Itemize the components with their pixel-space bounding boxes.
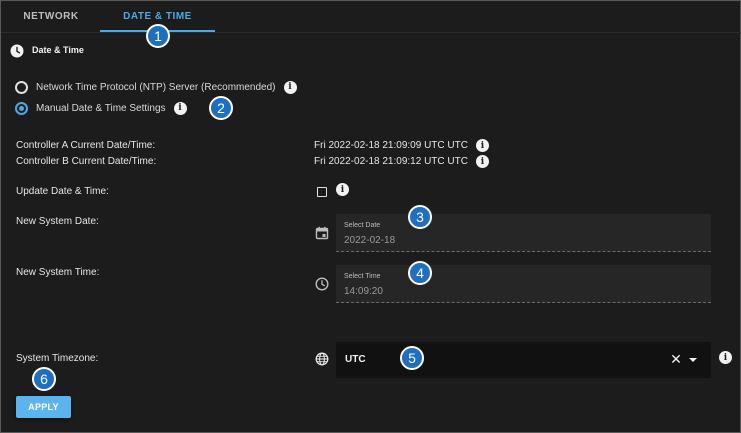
update-info-icon[interactable]: i bbox=[336, 183, 349, 196]
timezone-select[interactable]: UTC ✕ bbox=[336, 342, 711, 378]
timezone-value: UTC bbox=[345, 354, 366, 365]
time-clock-icon bbox=[315, 277, 329, 291]
clock-icon bbox=[10, 44, 24, 58]
new-system-time-label: New System Time: bbox=[16, 267, 100, 278]
update-date-time-label: Update Date & Time: bbox=[16, 186, 109, 197]
controller-b-value: Fri 2022-02-18 21:09:12 UTC UTC bbox=[314, 156, 468, 167]
ntp-info-icon[interactable]: i bbox=[283, 80, 297, 94]
controller-a-value: Fri 2022-02-18 21:09:09 UTC UTC bbox=[314, 140, 468, 151]
time-field-caption: Select Time bbox=[344, 273, 381, 280]
timezone-info-icon[interactable]: i bbox=[719, 351, 732, 364]
new-system-date-input[interactable]: Select Date 2022-02-18 bbox=[336, 214, 711, 252]
callout-2: 2 bbox=[209, 96, 233, 120]
callout-6: 6 bbox=[32, 367, 56, 391]
controller-b-info-icon[interactable]: i bbox=[475, 155, 489, 168]
update-date-time-checkbox[interactable] bbox=[317, 187, 327, 197]
calendar-icon bbox=[315, 226, 329, 240]
manual-radio[interactable] bbox=[15, 101, 28, 115]
ntp-radio-label: Network Time Protocol (NTP) Server (Reco… bbox=[36, 81, 276, 93]
date-field-caption: Select Date bbox=[344, 222, 381, 229]
apply-button[interactable]: APPLY bbox=[16, 396, 71, 418]
callout-5: 5 bbox=[400, 346, 424, 370]
controller-b-label: Controller B Current Date/Time: bbox=[16, 156, 157, 167]
controller-a-info-icon[interactable]: i bbox=[475, 139, 489, 152]
callout-3: 3 bbox=[408, 205, 432, 229]
globe-icon bbox=[315, 352, 329, 366]
time-field-value: 14:09:20 bbox=[344, 286, 383, 297]
new-system-date-label: New System Date: bbox=[16, 216, 99, 227]
new-system-time-input[interactable]: Select Time 14:09:20 bbox=[336, 265, 711, 303]
callout-4: 4 bbox=[408, 261, 432, 285]
clear-icon[interactable]: ✕ bbox=[669, 352, 683, 366]
ntp-radio[interactable] bbox=[15, 80, 28, 94]
controller-b-value-row: Fri 2022-02-18 21:09:12 UTC UTC i bbox=[314, 155, 489, 168]
system-timezone-label: System Timezone: bbox=[16, 353, 99, 364]
controller-a-value-row: Fri 2022-02-18 21:09:09 UTC UTC i bbox=[314, 139, 489, 152]
manual-radio-label: Manual Date & Time Settings bbox=[36, 102, 166, 114]
section-title: Date & Time bbox=[32, 45, 84, 55]
controller-a-label: Controller A Current Date/Time: bbox=[16, 140, 156, 151]
callout-1: 1 bbox=[146, 24, 170, 48]
ntp-option[interactable]: Network Time Protocol (NTP) Server (Reco… bbox=[15, 79, 297, 95]
tabs-divider bbox=[1, 32, 741, 33]
chevron-down-icon[interactable] bbox=[689, 358, 697, 362]
date-field-value: 2022-02-18 bbox=[344, 235, 396, 246]
date-time-panel: NETWORK DATE & TIME Date & Time Network … bbox=[0, 0, 741, 433]
manual-option[interactable]: Manual Date & Time Settings i bbox=[15, 100, 187, 116]
manual-info-icon[interactable]: i bbox=[173, 101, 187, 115]
tab-network[interactable]: NETWORK bbox=[11, 1, 91, 31]
